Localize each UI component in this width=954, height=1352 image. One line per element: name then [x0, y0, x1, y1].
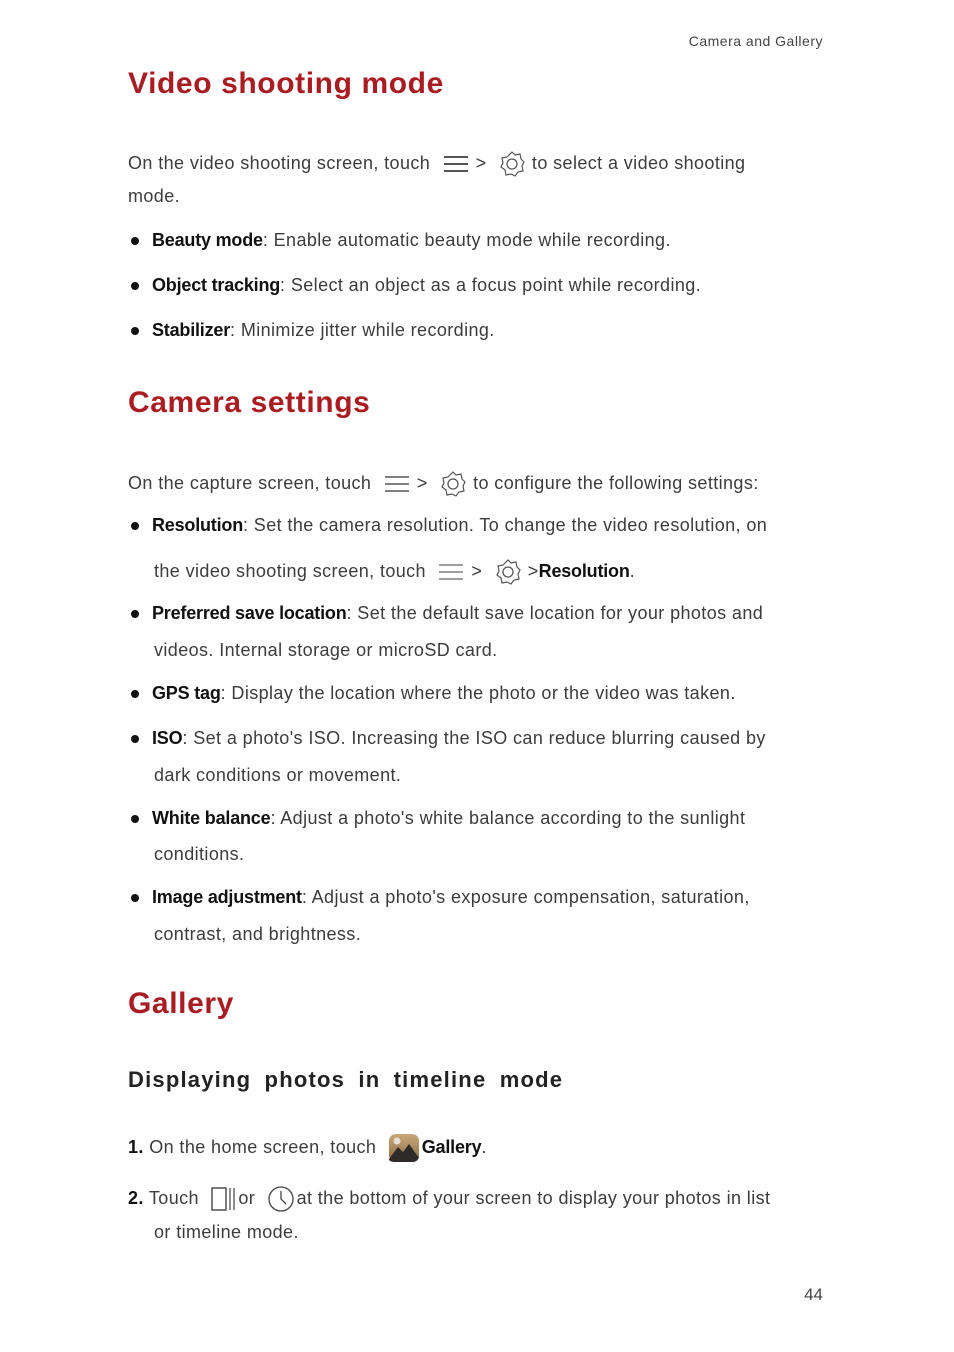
- item-term: Resolution: [152, 515, 243, 535]
- camera-settings-intro: On the capture screen, touch > to config…: [128, 470, 759, 498]
- settings-gear-icon: [441, 471, 466, 497]
- item-desc: : Set a photo's ISO. Increasing the ISO …: [182, 728, 766, 748]
- item-term: Object tracking: [152, 275, 281, 295]
- item-desc: : Select an object as a focus point whil…: [280, 275, 702, 295]
- list-view-icon: [211, 1187, 235, 1211]
- bullet-icon: [131, 610, 139, 618]
- intro-text: On the video shooting screen, touch: [128, 152, 431, 173]
- separator: >: [471, 560, 483, 581]
- step-2: 2. Touch or at the bottom of your screen…: [128, 1185, 770, 1213]
- list-item-cont: videos. Internal storage or microSD card…: [154, 640, 498, 660]
- list-item: Preferred save location: Set the default…: [152, 603, 763, 624]
- bullet-icon: [131, 894, 139, 902]
- step-1: 1. On the home screen, touch Gallery.: [128, 1133, 487, 1163]
- menu-icon: [443, 156, 468, 172]
- list-item: Stabilizer: Minimize jitter while record…: [152, 320, 495, 341]
- list-item-cont: conditions.: [154, 844, 245, 864]
- item-term: Stabilizer: [152, 320, 231, 340]
- camera-settings-heading: Camera settings: [128, 386, 371, 419]
- gallery-label: Gallery: [421, 1136, 482, 1157]
- item-term: ISO: [152, 728, 183, 748]
- list-item: Image adjustment: Adjust a photo's expos…: [152, 887, 750, 908]
- item-term: Image adjustment: [152, 887, 302, 907]
- bullet-icon: [131, 282, 139, 290]
- list-item: Beauty mode: Enable automatic beauty mod…: [152, 230, 671, 251]
- running-header: Camera and Gallery: [688, 33, 823, 49]
- video-mode-intro: On the video shooting screen, touch > to…: [128, 150, 745, 178]
- step-text: Touch: [148, 1187, 199, 1208]
- period: .: [629, 560, 636, 581]
- item-desc: : Set the camera resolution. To change t…: [243, 515, 768, 535]
- separator: >: [475, 152, 487, 173]
- item-desc: : Minimize jitter while recording.: [230, 320, 495, 340]
- item-desc: : Enable automatic beauty mode while rec…: [262, 230, 671, 250]
- separator: >: [416, 472, 428, 493]
- or-text: or: [238, 1187, 256, 1208]
- step-number: 1.: [128, 1136, 144, 1157]
- bullet-icon: [131, 815, 139, 823]
- intro-text: to configure the following settings:: [473, 472, 759, 493]
- page-number: 44: [804, 1285, 823, 1304]
- menu-icon: [384, 476, 409, 492]
- item-desc: : Set the default save location for your…: [346, 603, 764, 623]
- bullet-icon: [131, 735, 139, 743]
- settings-gear-icon: [495, 559, 521, 585]
- video-mode-intro-cont: mode.: [128, 186, 181, 206]
- menu-icon: [439, 564, 464, 580]
- bullet-icon: [131, 690, 139, 698]
- intro-text: On the capture screen, touch: [128, 472, 372, 493]
- bullet-icon: [131, 237, 139, 245]
- list-item-cont: contrast, and brightness.: [154, 924, 362, 944]
- step-2-cont: or timeline mode.: [154, 1222, 299, 1242]
- list-item: GPS tag: Display the location where the …: [152, 683, 736, 704]
- timeline-subheading: Displaying photos in timeline mode: [128, 1067, 564, 1092]
- settings-gear-icon: [500, 151, 525, 177]
- period: .: [481, 1136, 487, 1157]
- item-term: GPS tag: [152, 683, 221, 703]
- intro-text: to select a video shooting: [531, 152, 746, 173]
- bullet-icon: [131, 327, 139, 335]
- video-mode-heading: Video shooting mode: [128, 67, 444, 100]
- step-text: at the bottom of your screen to display …: [296, 1187, 771, 1208]
- timeline-clock-icon: [267, 1186, 294, 1212]
- list-item: ISO: Set a photo's ISO. Increasing the I…: [152, 728, 766, 749]
- list-item-cont: dark conditions or movement.: [154, 765, 402, 785]
- item-term: Preferred save location: [152, 603, 347, 623]
- gallery-app-icon: [388, 1134, 419, 1162]
- item-term: White balance: [152, 808, 271, 828]
- list-item-cont: the video shooting screen, touch > >Reso…: [154, 558, 635, 586]
- separator: >: [527, 560, 539, 581]
- item-term: Beauty mode: [152, 230, 263, 250]
- bullet-icon: [131, 522, 139, 530]
- item-term: Resolution: [538, 560, 630, 581]
- item-desc: : Adjust a photo's white balance accordi…: [270, 808, 746, 828]
- list-item: Object tracking: Select an object as a f…: [152, 275, 701, 296]
- step-text: On the home screen, touch: [149, 1136, 377, 1157]
- list-item: Resolution: Set the camera resolution. T…: [152, 515, 767, 536]
- list-item: White balance: Adjust a photo's white ba…: [152, 808, 745, 829]
- item-desc: : Adjust a photo's exposure compensation…: [301, 887, 750, 907]
- step-number: 2.: [128, 1187, 144, 1208]
- item-desc: the video shooting screen, touch: [154, 560, 426, 581]
- gallery-heading: Gallery: [128, 987, 234, 1020]
- item-desc: : Display the location where the photo o…: [220, 683, 736, 703]
